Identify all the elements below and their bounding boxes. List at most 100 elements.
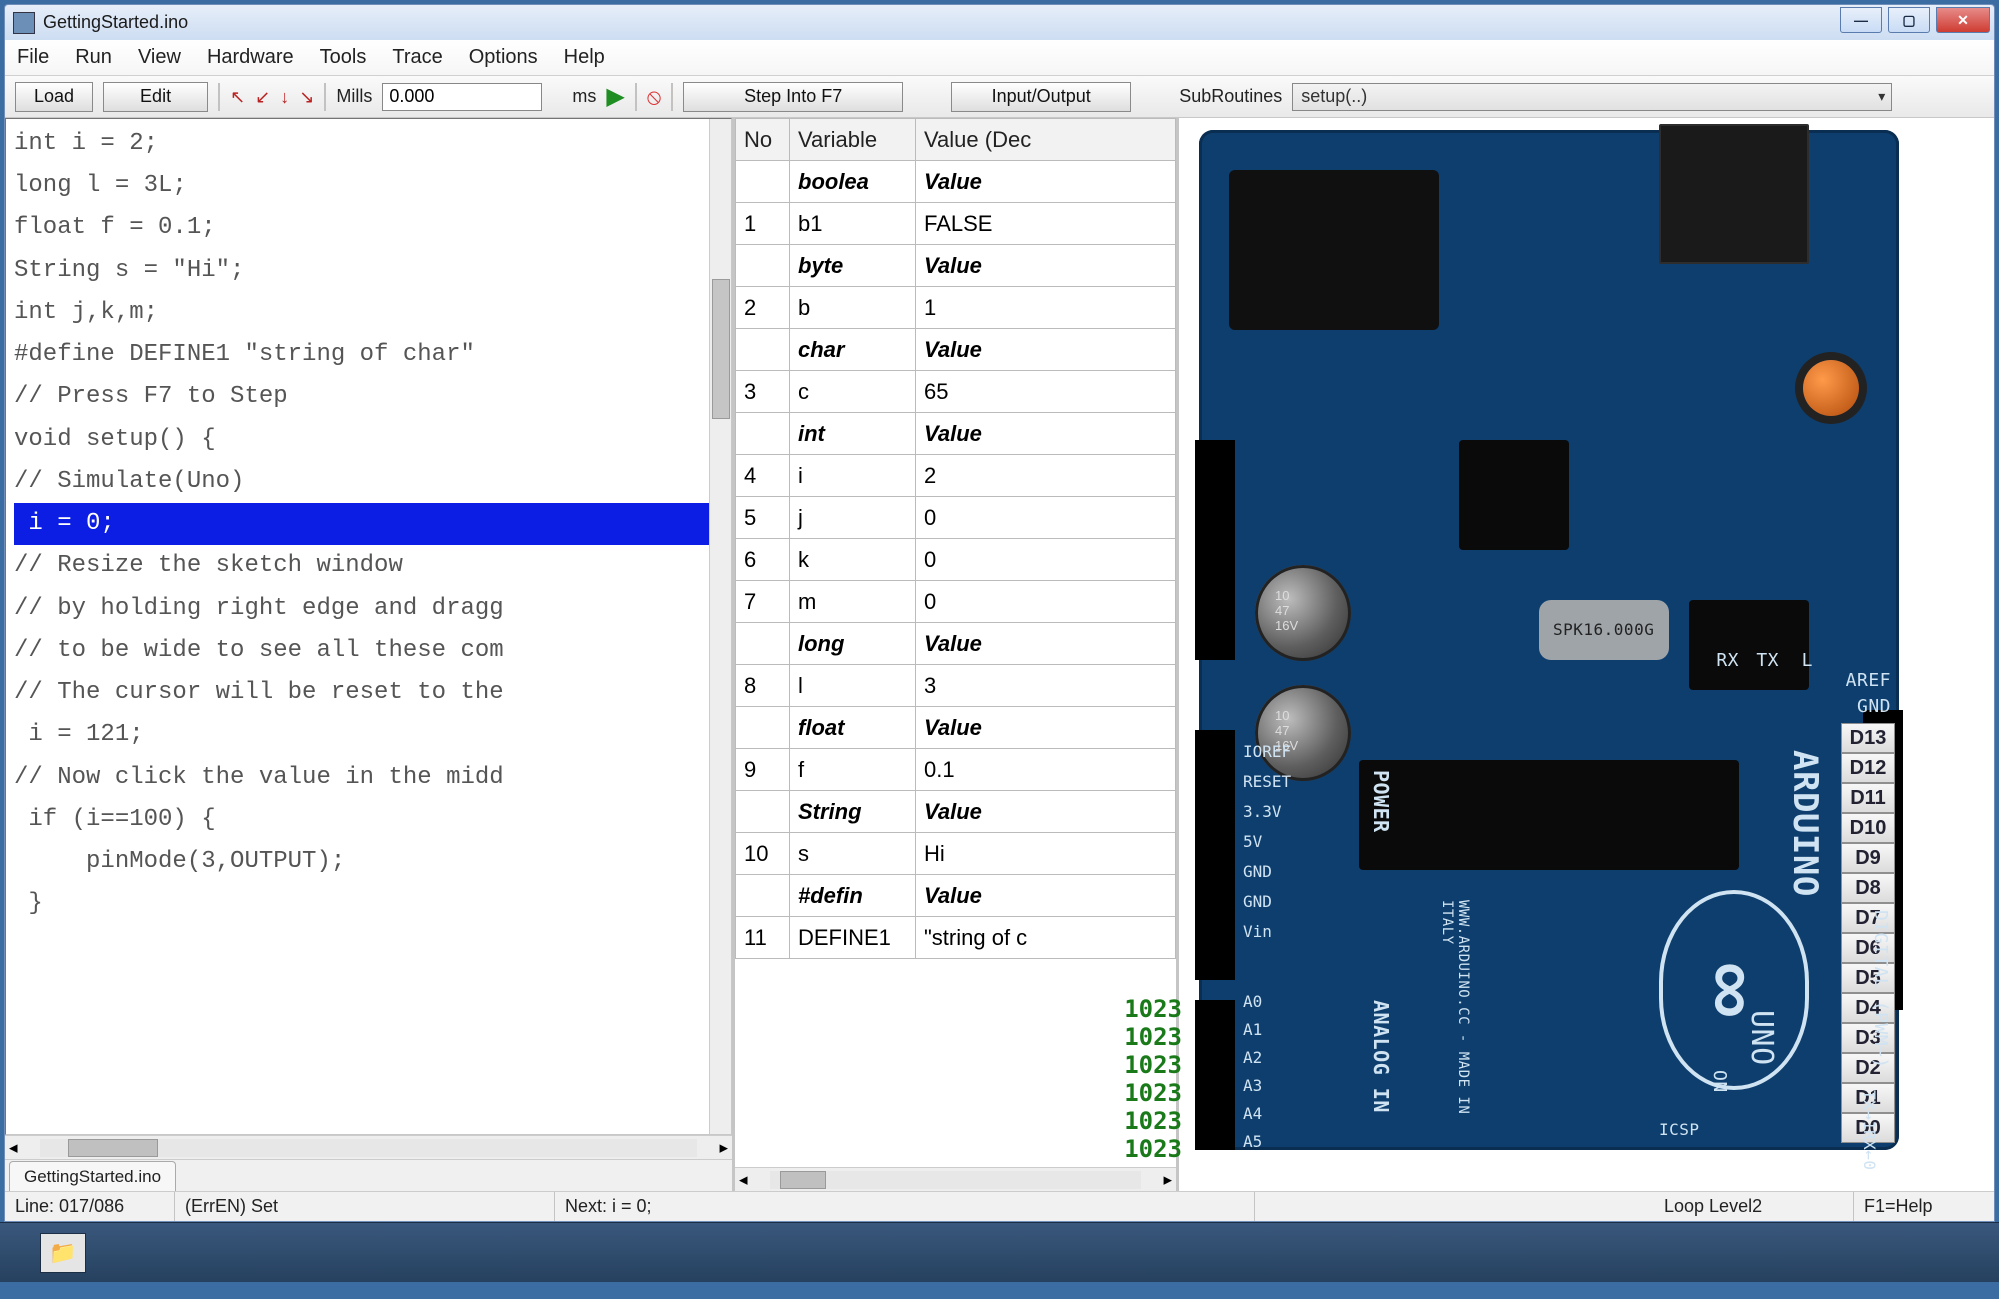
menu-file[interactable]: File — [17, 46, 49, 69]
table-cell[interactable]: 3 — [916, 665, 1176, 707]
table-row[interactable]: 8l3 — [736, 665, 1176, 707]
code-line[interactable]: // The cursor will be reset to the — [14, 672, 723, 714]
subroutines-dropdown[interactable]: setup(..) — [1292, 83, 1892, 111]
digital-pin-d9[interactable]: D9 — [1841, 843, 1895, 873]
table-cell[interactable]: 5 — [736, 497, 790, 539]
table-cell[interactable]: 1 — [916, 287, 1176, 329]
table-cell[interactable] — [736, 413, 790, 455]
table-cell[interactable]: Hi — [916, 833, 1176, 875]
mills-input[interactable] — [382, 83, 542, 111]
code-line[interactable]: i = 0; — [14, 503, 723, 545]
taskbar-app-icon[interactable]: 📁 — [40, 1233, 86, 1273]
table-row[interactable]: 3c65 — [736, 371, 1176, 413]
code-line[interactable]: // Simulate(Uno) — [14, 461, 723, 503]
arrow-down-icon[interactable]: ↓ — [280, 88, 289, 106]
table-cell[interactable]: s — [790, 833, 916, 875]
stop-disabled-icon[interactable]: ⦸ — [647, 84, 661, 110]
table-cell[interactable]: 10 — [736, 833, 790, 875]
run-play-icon[interactable]: ▶ — [606, 82, 624, 111]
table-cell[interactable]: 4 — [736, 455, 790, 497]
header-left-analog[interactable] — [1195, 1000, 1235, 1150]
table-cell[interactable]: 7 — [736, 581, 790, 623]
table-cell[interactable]: 11 — [736, 917, 790, 959]
menu-tools[interactable]: Tools — [320, 46, 367, 69]
taskbar[interactable]: 📁 — [0, 1222, 1999, 1282]
table-cell[interactable]: b1 — [790, 203, 916, 245]
menu-options[interactable]: Options — [469, 46, 538, 69]
table-cell[interactable]: byte — [790, 245, 916, 287]
digital-pin-d8[interactable]: D8 — [1841, 873, 1895, 903]
reset-button[interactable] — [1803, 360, 1859, 416]
table-cell[interactable]: j — [790, 497, 916, 539]
scrollbar-thumb[interactable] — [780, 1171, 826, 1189]
table-cell[interactable]: 3 — [736, 371, 790, 413]
digital-pin-d13[interactable]: D13 — [1841, 723, 1895, 753]
table-cell[interactable] — [736, 791, 790, 833]
table-cell[interactable]: Value — [916, 329, 1176, 371]
column-header-value[interactable]: Value (Dec — [916, 119, 1176, 161]
table-row[interactable]: 5j0 — [736, 497, 1176, 539]
table-cell[interactable]: #defin — [790, 875, 916, 917]
edit-button[interactable]: Edit — [103, 82, 208, 112]
table-cell[interactable]: 0.1 — [916, 749, 1176, 791]
variables-table[interactable]: No Variable Value (Dec booleaValue1b1FAL… — [735, 118, 1176, 959]
digital-pin-d11[interactable]: D11 — [1841, 783, 1895, 813]
load-button[interactable]: Load — [15, 82, 93, 112]
table-cell[interactable] — [736, 707, 790, 749]
window-minimize-button[interactable]: — — [1840, 7, 1882, 33]
digital-pin-d12[interactable]: D12 — [1841, 753, 1895, 783]
table-cell[interactable]: 0 — [916, 581, 1176, 623]
scrollbar-thumb[interactable] — [712, 279, 730, 419]
code-line[interactable]: // to be wide to see all these com — [14, 630, 723, 672]
menu-view[interactable]: View — [138, 46, 181, 69]
code-line[interactable]: } — [14, 883, 723, 925]
code-line[interactable]: // Press F7 to Step — [14, 376, 723, 418]
code-line[interactable]: String s = "Hi"; — [14, 250, 723, 292]
arrow-nw-icon[interactable]: ↖ — [230, 88, 245, 106]
table-cell[interactable]: m — [790, 581, 916, 623]
code-line[interactable]: long l = 3L; — [14, 165, 723, 207]
header-left-top[interactable] — [1195, 440, 1235, 660]
table-cell[interactable] — [736, 161, 790, 203]
table-cell[interactable] — [736, 245, 790, 287]
editor-tab-gettingstarted[interactable]: GettingStarted.ino — [9, 1161, 176, 1191]
table-cell[interactable]: i — [790, 455, 916, 497]
table-row[interactable]: StringValue — [736, 791, 1176, 833]
table-row[interactable]: 7m0 — [736, 581, 1176, 623]
column-header-no[interactable]: No — [736, 119, 790, 161]
table-row[interactable]: intValue — [736, 413, 1176, 455]
code-line[interactable]: #define DEFINE1 "string of char" — [14, 334, 723, 376]
code-vertical-scrollbar[interactable] — [709, 119, 731, 1134]
table-row[interactable]: 6k0 — [736, 539, 1176, 581]
table-cell[interactable]: 6 — [736, 539, 790, 581]
table-cell[interactable]: Value — [916, 161, 1176, 203]
table-cell[interactable]: Value — [916, 875, 1176, 917]
menu-hardware[interactable]: Hardware — [207, 46, 294, 69]
table-row[interactable]: longValue — [736, 623, 1176, 665]
code-line[interactable]: void setup() { — [14, 419, 723, 461]
table-row[interactable]: booleaValue — [736, 161, 1176, 203]
table-cell[interactable]: Value — [916, 707, 1176, 749]
digital-pin-d10[interactable]: D10 — [1841, 813, 1895, 843]
arrow-sw-icon[interactable]: ↙ — [255, 88, 270, 106]
table-cell[interactable]: FALSE — [916, 203, 1176, 245]
arduino-uno-board[interactable]: 10 47 16V 10 47 16V SPK16.000G ARDUINO ∞… — [1199, 130, 1899, 1150]
table-cell[interactable]: 65 — [916, 371, 1176, 413]
table-cell[interactable]: Value — [916, 791, 1176, 833]
table-cell[interactable]: l — [790, 665, 916, 707]
table-row[interactable]: byteValue — [736, 245, 1176, 287]
input-output-button[interactable]: Input/Output — [951, 82, 1131, 112]
code-line[interactable]: // by holding right edge and dragg — [14, 588, 723, 630]
code-line[interactable]: // Now click the value in the midd — [14, 757, 723, 799]
code-line[interactable]: pinMode(3,OUTPUT); — [14, 841, 723, 883]
table-row[interactable]: 2b1 — [736, 287, 1176, 329]
table-cell[interactable]: int — [790, 413, 916, 455]
table-row[interactable]: charValue — [736, 329, 1176, 371]
code-line[interactable]: int i = 2; — [14, 123, 723, 165]
table-cell[interactable]: DEFINE1 — [790, 917, 916, 959]
menu-run[interactable]: Run — [75, 46, 112, 69]
window-maximize-button[interactable]: ▢ — [1888, 7, 1930, 33]
table-cell[interactable]: b — [790, 287, 916, 329]
table-row[interactable]: 11DEFINE1"string of c — [736, 917, 1176, 959]
code-line[interactable]: if (i==100) { — [14, 799, 723, 841]
